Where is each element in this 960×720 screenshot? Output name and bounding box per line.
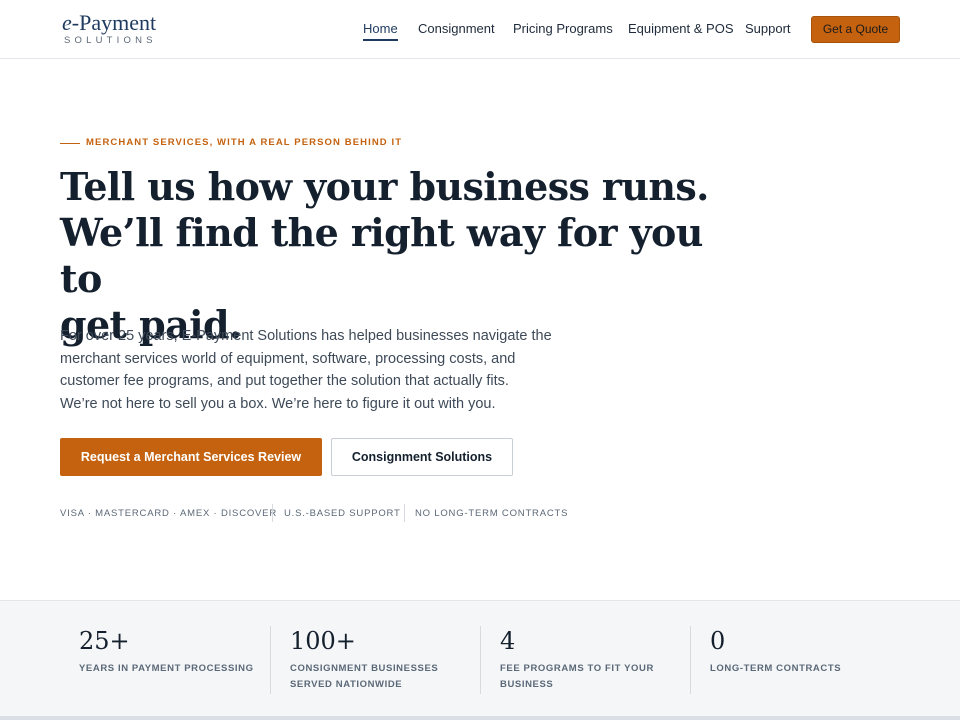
- nav-equipment-pos[interactable]: Equipment & POS: [628, 21, 734, 37]
- card-networks-badge: VISA · MASTERCARD · AMEX · DISCOVER: [60, 508, 277, 519]
- headline-line: Tell us how your business runs.: [60, 164, 709, 209]
- description-line: merchant services world of equipment, so…: [60, 350, 516, 367]
- stat-value: 100+: [290, 627, 356, 655]
- stat-label: LONG-TERM CONTRACTS: [710, 663, 842, 674]
- stat-fee-programs: 4 FEE PROGRAMS TO FIT YOUR BUSINESS: [500, 627, 700, 693]
- hero-headline: Tell us how your business runs. We’ll fi…: [60, 164, 720, 348]
- nav-pricing-programs[interactable]: Pricing Programs: [513, 21, 613, 37]
- hero-description: For over 25 years, E-Payment Solutions h…: [60, 325, 560, 415]
- stat-value: 25+: [79, 627, 130, 655]
- stat-label: YEARS IN PAYMENT PROCESSING: [79, 663, 254, 674]
- consignment-solutions-button[interactable]: Consignment Solutions: [331, 438, 513, 476]
- description-line: We’re not here to sell you a box. We’re …: [60, 395, 496, 412]
- description-line: customer fee programs, and put together …: [60, 373, 509, 389]
- stat-value: 0: [710, 627, 726, 655]
- stat-value: 4: [500, 627, 516, 655]
- nav-consignment[interactable]: Consignment: [418, 21, 495, 37]
- get-a-quote-button[interactable]: Get a Quote: [811, 16, 900, 43]
- us-support-badge: U.S.-BASED SUPPORT: [284, 508, 401, 519]
- page-bottom-edge: [0, 716, 960, 720]
- nav-home[interactable]: Home: [363, 21, 398, 41]
- badge-divider: [404, 504, 405, 522]
- stat-contracts: 0 LONG-TERM CONTRACTS: [710, 627, 910, 677]
- stat-businesses: 100+ CONSIGNMENT BUSINESSES SERVED NATIO…: [290, 627, 490, 693]
- stat-divider: [690, 626, 691, 694]
- nav-support[interactable]: Support: [745, 21, 791, 37]
- company-logo[interactable]: e-Payment SOLUTIONS: [62, 10, 172, 48]
- stats-band: 25+ YEARS IN PAYMENT PROCESSING 100+ CON…: [0, 600, 960, 720]
- stat-divider: [270, 626, 271, 694]
- headline-line: We’ll find the right way for you to: [60, 210, 703, 301]
- no-contracts-badge: NO LONG-TERM CONTRACTS: [415, 508, 569, 519]
- stat-years: 25+ YEARS IN PAYMENT PROCESSING: [79, 627, 279, 677]
- stat-label: CONSIGNMENT BUSINESSES SERVED NATIONWIDE: [290, 663, 439, 690]
- logo-tagline: SOLUTIONS: [64, 35, 157, 46]
- logo-wordmark: e-Payment: [62, 10, 157, 35]
- hero-eyebrow: MERCHANT SERVICES, WITH A REAL PERSON BE…: [86, 137, 403, 148]
- stat-label: FEE PROGRAMS TO FIT YOUR BUSINESS: [500, 663, 654, 690]
- site-header: e-Payment SOLUTIONS Home Consignment Pri…: [0, 0, 960, 59]
- eyebrow-rule: [60, 143, 80, 144]
- stat-divider: [480, 626, 481, 694]
- badge-divider: [272, 504, 273, 522]
- request-review-button[interactable]: Request a Merchant Services Review: [60, 438, 322, 476]
- description-line: For over 25 years, E-Payment Solutions h…: [60, 328, 552, 344]
